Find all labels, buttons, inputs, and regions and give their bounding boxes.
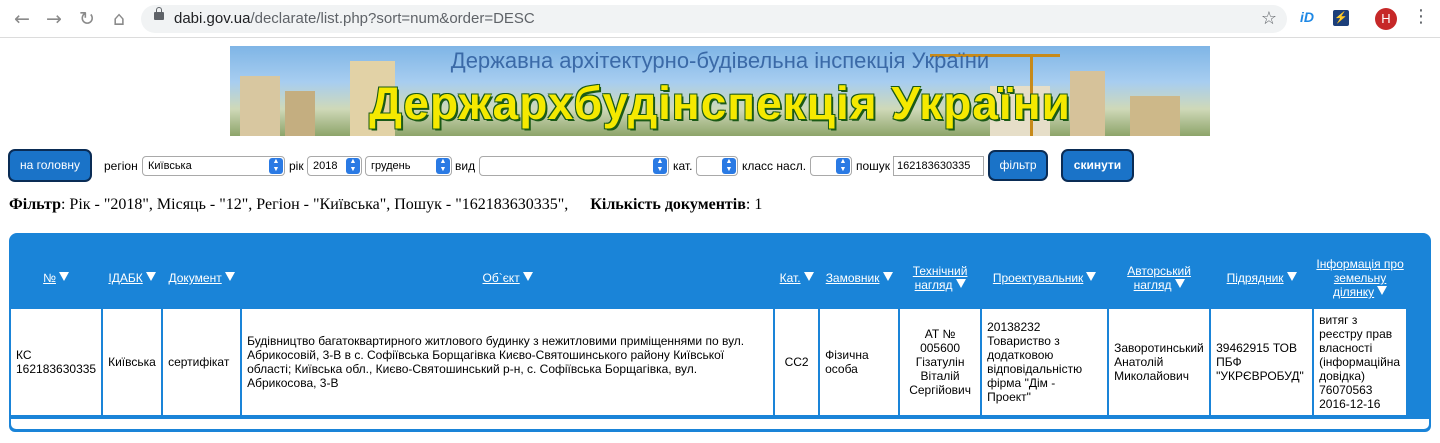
filter-button[interactable]: фільтр (988, 150, 1048, 181)
column-header[interactable]: Підрядник (1211, 249, 1313, 307)
cell-idabk: Київська (103, 309, 162, 415)
sort-desc-icon (1086, 272, 1097, 281)
browser-toolbar: ← → ↻ ⌂ dabi.gov.ua/declarate/list.php?s… (0, 0, 1440, 38)
sort-desc-icon (1174, 279, 1185, 288)
column-header[interactable]: Документ (163, 249, 241, 307)
chevron-down-icon: ▲ ▼ (653, 158, 667, 174)
address-bar[interactable]: dabi.gov.ua/declarate/list.php?sort=num&… (141, 5, 1287, 33)
column-header[interactable]: ІДАБК (103, 249, 162, 307)
cell-land-info: витяг з реєстру прав власності (інформац… (1314, 309, 1407, 415)
url-path: /declarate/list.php?sort=num&order=DESC (250, 10, 535, 27)
column-header[interactable]: Проектувальник (982, 249, 1108, 307)
filter-summary: Фільтр: Рік - "2018", Місяць - "12", Рег… (9, 196, 762, 214)
table-row: КС 162183630335 Київська сертифікат Буді… (11, 309, 1407, 415)
url-text[interactable]: dabi.gov.ua/declarate/list.php?sort=num&… (174, 10, 535, 27)
table-header-row: № ІДАБК Документ Об`єкт Кат. Замовник Те… (11, 249, 1407, 307)
sort-desc-icon (1377, 286, 1388, 295)
filter-summary-label: Фільтр (9, 196, 61, 213)
year-select-value: 2018 (313, 160, 338, 172)
extension-id-icon[interactable]: iD (1300, 9, 1314, 25)
column-header[interactable]: Авторський нагляд (1109, 249, 1210, 307)
chevron-down-icon: ▲ ▼ (269, 158, 283, 174)
column-header-label: Підрядник (1226, 271, 1284, 285)
banner-title: Держархбудінспекція України (369, 77, 1071, 129)
document-count-value: : 1 (745, 196, 763, 213)
url-host: dabi.gov.ua (174, 10, 251, 27)
declarations-table: № ІДАБК Документ Об`єкт Кат. Замовник Те… (9, 247, 1409, 417)
type-select[interactable]: ▲ ▼ (479, 156, 669, 176)
column-header[interactable]: Кат. (775, 249, 819, 307)
class-label: класс насл. (742, 159, 807, 173)
column-header[interactable]: № (11, 249, 102, 307)
cell-number: КС 162183630335 (11, 309, 102, 415)
sort-desc-icon (522, 272, 533, 281)
column-header-label: Інформація про земельну ділянку (1316, 257, 1404, 299)
month-select-value: грудень (371, 160, 411, 172)
chevron-down-icon: ▲ ▼ (436, 158, 450, 174)
chevron-down-icon: ▲ ▼ (836, 158, 850, 174)
class-select[interactable]: ▲ ▼ (810, 156, 852, 176)
banner-subtitle: Державна архітектурно-будівельна інспекц… (450, 48, 990, 73)
search-label: пошук (856, 159, 891, 173)
sort-desc-icon (145, 272, 156, 281)
column-header-label: Проектувальник (992, 271, 1084, 285)
extension-icon[interactable]: ⚡ (1333, 10, 1349, 26)
cell-object: Будівництво багатоквартирного житлового … (242, 309, 774, 415)
site-banner: Державна архітектурно-будівельна інспекц… (230, 46, 1210, 136)
chevron-down-icon: ▲ ▼ (722, 158, 736, 174)
document-count-label: Кількість документів (590, 196, 746, 213)
column-header[interactable]: Технічний нагляд (900, 249, 981, 307)
column-header-label: Об`єкт (482, 271, 520, 285)
sort-desc-icon (1286, 272, 1297, 281)
chevron-down-icon: ▲ ▼ (346, 158, 360, 174)
search-input[interactable]: 162183630335 (893, 156, 984, 176)
sort-desc-icon (58, 272, 69, 281)
lock-icon[interactable] (154, 7, 164, 20)
cell-tech-supervision: АТ № 005600 Гізатулін Віталій Сергійович (900, 309, 981, 415)
table-footer (11, 419, 1429, 429)
cell-author-supervision: Заворотинський Анатолій Миколайович (1109, 309, 1210, 415)
sort-desc-icon (955, 279, 966, 288)
region-select-value: Київська (148, 160, 192, 172)
category-select[interactable]: ▲ ▼ (696, 156, 738, 176)
profile-avatar[interactable]: H (1375, 8, 1397, 30)
filter-summary-text: : Рік - "2018", Місяць - "12", Регіон - … (60, 196, 569, 213)
reset-button[interactable]: скинути (1061, 149, 1134, 182)
home-button[interactable]: на головну (8, 149, 92, 182)
region-label: регіон (104, 159, 138, 173)
sort-desc-icon (882, 272, 893, 281)
cell-customer: Фізична особа (820, 309, 899, 415)
cell-designer: 20138232 Товариство з додатковою відпові… (982, 309, 1108, 415)
column-header-label: Документ (168, 271, 222, 285)
cell-contractor: 39462915 ТОВ ПБФ "УКРЄВРОБУД" (1211, 309, 1313, 415)
column-header[interactable]: Об`єкт (242, 249, 774, 307)
category-label: кат. (673, 159, 693, 173)
browser-menu-icon[interactable]: ⋮ (1412, 6, 1430, 27)
column-header-label: № (43, 271, 56, 285)
column-header-label: Кат. (779, 271, 801, 285)
cell-document: сертифікат (163, 309, 241, 415)
type-label: вид (455, 159, 476, 173)
column-header[interactable]: Замовник (820, 249, 899, 307)
bookmark-star-icon[interactable]: ☆ (1261, 8, 1277, 29)
declarations-table-container: № ІДАБК Документ Об`єкт Кат. Замовник Те… (9, 233, 1431, 432)
region-select[interactable]: Київська ▲ ▼ (142, 156, 285, 176)
column-header-label: Замовник (825, 271, 880, 285)
year-select[interactable]: 2018 ▲ ▼ (307, 156, 362, 176)
sort-desc-icon (224, 272, 235, 281)
home-icon[interactable]: ⌂ (107, 7, 131, 31)
column-header[interactable]: Інформація про земельну ділянку (1314, 249, 1407, 307)
forward-icon[interactable]: → (42, 7, 66, 31)
reload-icon[interactable]: ↻ (75, 7, 99, 31)
column-header-label: ІДАБК (108, 271, 143, 285)
cell-category: СС2 (775, 309, 819, 415)
back-icon[interactable]: ← (10, 7, 34, 31)
sort-desc-icon (803, 272, 814, 281)
year-label: рік (289, 159, 304, 173)
month-select[interactable]: грудень ▲ ▼ (365, 156, 452, 176)
